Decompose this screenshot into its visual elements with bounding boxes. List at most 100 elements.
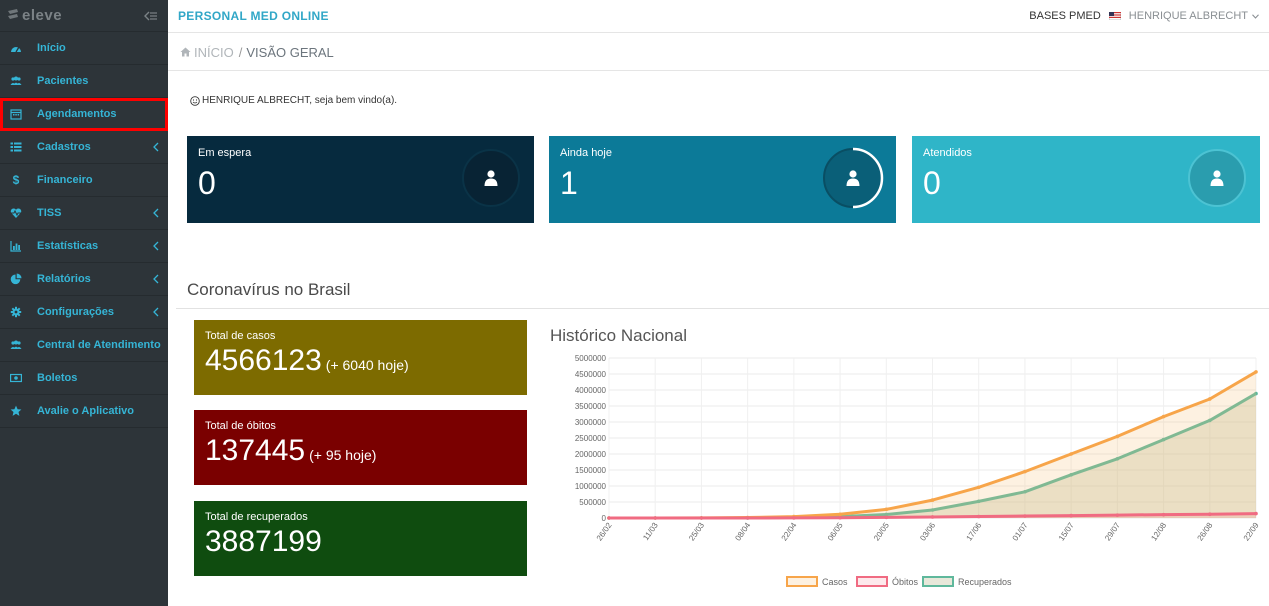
x-tick-label: 06/05 <box>826 521 845 543</box>
flag-icon[interactable] <box>1108 12 1121 20</box>
data-point <box>884 515 889 520</box>
data-point <box>792 516 796 520</box>
sidebar-item-estatisticas[interactable]: Estatísticas <box>0 230 168 263</box>
card-em-espera[interactable]: Em espera 0 <box>187 136 534 223</box>
user-menu[interactable]: HENRIQUE ALBRECHT <box>1129 10 1248 22</box>
card-badge <box>1188 149 1246 207</box>
card-label: Em espera <box>198 147 252 159</box>
box-value: 4566123 <box>205 344 322 377</box>
x-tick-label: 11/03 <box>641 521 660 543</box>
sidebar-item-label: Boletos <box>37 372 78 384</box>
breadcrumb: INÍCIO / VISÃO GERAL <box>168 34 1269 71</box>
list-icon <box>10 141 22 153</box>
box-total-obitos: Total de óbitos 137445 (+ 95 hoje) <box>194 410 527 485</box>
calendar-icon <box>10 108 22 120</box>
breadcrumb-home-link[interactable]: INÍCIO <box>194 45 234 60</box>
historico-nacional-chart: 5000000 4500000 4000000 3500000 3000000 25000… <box>575 354 1261 587</box>
data-point <box>884 507 889 512</box>
chevron-left-icon <box>153 142 159 152</box>
section-title-coronavirus: Coronavírus no Brasil <box>187 280 351 299</box>
x-tick-label: 17/06 <box>964 521 983 543</box>
legend-label: Óbitos <box>892 577 919 587</box>
dollar-icon: $ <box>12 173 20 187</box>
sidebar-item-label: TISS <box>37 207 62 219</box>
x-tick-label: 15/07 <box>1057 521 1076 543</box>
home-icon[interactable] <box>180 47 191 57</box>
sidebar-item-label: Agendamentos <box>37 108 117 120</box>
sidebar-item-label: Configurações <box>37 306 115 318</box>
data-point <box>1161 414 1166 419</box>
box-label: Total de casos <box>205 330 276 342</box>
bases-menu[interactable]: BASES PMED <box>1029 10 1101 22</box>
card-label: Ainda hoje <box>560 147 612 159</box>
y-tick-label: 3000000 <box>575 418 607 427</box>
box-label: Total de óbitos <box>205 420 276 432</box>
app-title[interactable]: PERSONAL MED ONLINE <box>178 9 329 23</box>
data-point <box>1069 452 1073 456</box>
sidebar-item-tiss[interactable]: TISS <box>0 197 168 230</box>
x-tick-label: 08/04 <box>733 521 752 543</box>
x-tick-label: 03/06 <box>918 521 937 543</box>
sidebar-item-label: Cadastros <box>37 141 91 153</box>
user-icon <box>484 170 498 186</box>
box-total-casos: Total de casos 4566123 (+ 6040 hoje) <box>194 320 527 395</box>
y-tick-label: 1500000 <box>575 466 607 475</box>
sidebar-item-configuracoes[interactable]: Configurações <box>0 296 168 329</box>
sidebar-item-agendamentos[interactable]: Agendamentos <box>0 98 168 131</box>
legend-label: Casos <box>822 577 848 587</box>
users-icon <box>10 75 22 87</box>
box-total-recuperados: Total de recuperados 3887199 <box>194 501 527 576</box>
data-point <box>745 516 750 520</box>
sidebar-item-label: Financeiro <box>37 174 93 186</box>
card-atendidos[interactable]: Atendidos 0 <box>912 136 1260 223</box>
sidebar-item-relatorios[interactable]: Relatórios <box>0 263 168 296</box>
data-point <box>1161 512 1166 517</box>
data-point <box>1115 434 1120 439</box>
sidebar-item-avalie-o-aplicativo[interactable]: Avalie o Aplicativo <box>0 395 168 428</box>
card-ainda-hoje[interactable]: Ainda hoje 1 <box>549 136 896 223</box>
star-icon <box>10 405 22 417</box>
logo-mark-icon <box>8 8 18 19</box>
heartbeat-icon <box>10 207 22 219</box>
box-value: 3887199 <box>205 525 322 558</box>
sidebar-item-pacientes[interactable]: Pacientes <box>0 65 168 98</box>
sidebar-item-central-de-atendimento[interactable]: Central de Atendimento <box>0 329 168 362</box>
sidebar: eleve Início Pacientes Agendamentos Cada… <box>0 0 168 606</box>
sidebar-item-cadastros[interactable]: Cadastros <box>0 131 168 164</box>
box-value: 137445 <box>205 434 306 467</box>
smile-icon <box>190 95 200 106</box>
data-point <box>838 512 842 517</box>
data-point <box>1207 512 1212 517</box>
sidebar-item-boletos[interactable]: Boletos <box>0 362 168 395</box>
sidebar-item-inicio[interactable]: Início <box>0 32 168 65</box>
y-tick-label: 4500000 <box>575 370 607 379</box>
data-point <box>1069 513 1073 518</box>
legend-swatch <box>786 576 818 587</box>
y-tick-label: 2500000 <box>575 434 607 443</box>
collapse-sidebar-icon[interactable] <box>144 10 158 22</box>
x-tick-label: 01/07 <box>1011 521 1030 543</box>
sidebar-item-label: Início <box>37 42 66 54</box>
data-point <box>976 514 981 519</box>
legend-swatch <box>856 576 888 587</box>
breadcrumb-current: VISÃO GERAL <box>246 44 334 60</box>
data-point <box>1115 513 1120 517</box>
chevron-left-icon <box>153 274 159 284</box>
dashboard-icon <box>10 42 22 54</box>
card-value: 0 <box>923 165 941 201</box>
chevron-down-icon[interactable] <box>1252 13 1259 19</box>
users-icon <box>10 339 22 351</box>
box-delta: (+ 6040 hoje) <box>325 357 409 373</box>
x-tick-label: 29/07 <box>1103 521 1122 543</box>
box-delta: (+ 95 hoje) <box>309 447 377 463</box>
data-point <box>930 515 935 519</box>
sidebar-item-financeiro[interactable]: $ Financeiro <box>0 164 168 197</box>
x-tick-label: 20/05 <box>872 521 891 543</box>
chevron-left-icon <box>153 208 159 218</box>
data-point <box>1254 370 1258 374</box>
sidebar-item-label: Central de Atendimento <box>37 339 161 351</box>
data-point <box>653 516 658 520</box>
logo[interactable]: eleve <box>6 7 62 24</box>
data-point <box>1254 511 1258 516</box>
y-tick-label: 2000000 <box>575 450 607 459</box>
